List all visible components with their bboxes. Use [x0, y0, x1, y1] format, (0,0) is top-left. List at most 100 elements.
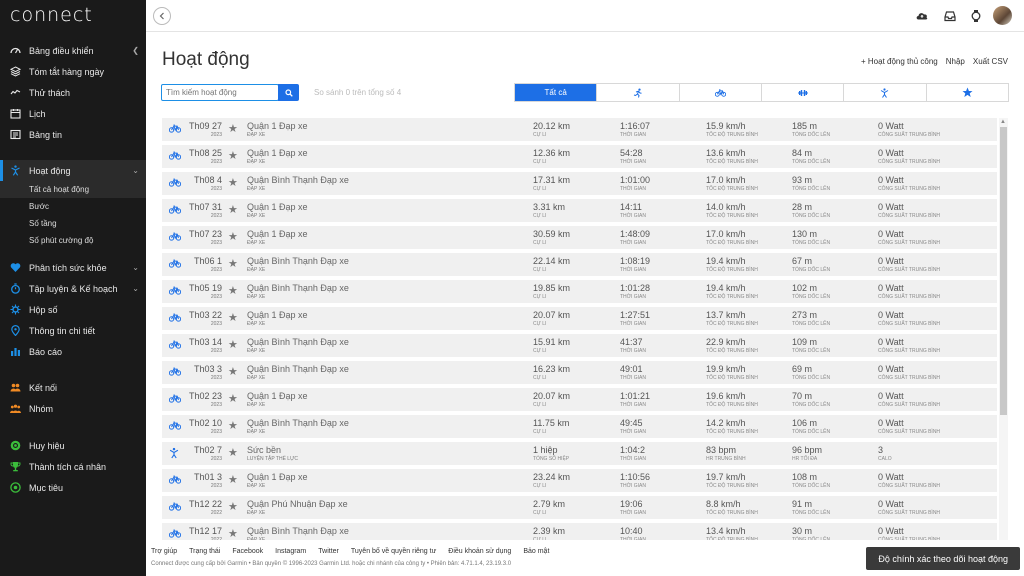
footer-link[interactable]: Instagram — [275, 548, 306, 555]
favorite-star-icon[interactable]: ★ — [228, 419, 238, 432]
favorite-star-icon[interactable]: ★ — [228, 284, 238, 297]
activity-name-link[interactable]: Quận 1 Đạp xe — [247, 391, 308, 401]
favorite-star-icon[interactable]: ★ — [228, 203, 238, 216]
sidebar-item-gear-box[interactable]: Hộp số — [0, 299, 146, 320]
activity-row[interactable]: Th06 1 2023 ★ Quận Bình Thạnh Đạp xe ĐẠP XE 2… — [162, 253, 997, 276]
manual-activity-link[interactable]: + Hoạt động thủ công — [861, 57, 938, 66]
filter-strength[interactable] — [762, 84, 845, 101]
activity-row[interactable]: Th03 22 2023 ★ Quận 1 Đạp xe ĐẠP XE 20.07 km C… — [162, 307, 997, 330]
sidebar-item-activity[interactable]: Hoạt động ⌄ — [0, 160, 146, 181]
favorite-star-icon[interactable]: ★ — [228, 365, 238, 378]
footer-link[interactable]: Tuyên bố về quyền riêng tư — [351, 548, 436, 555]
scrollbar[interactable]: ▲ — [999, 118, 1008, 540]
favorite-star-icon[interactable]: ★ — [228, 338, 238, 351]
scroll-up-arrow-icon[interactable]: ▲ — [1000, 119, 1006, 125]
favorite-star-icon[interactable]: ★ — [228, 176, 238, 189]
footer-link[interactable]: Twitter — [318, 548, 339, 555]
activity-name-link[interactable]: Quận 1 Đạp xe — [247, 148, 308, 158]
favorite-star-icon[interactable]: ★ — [228, 500, 238, 513]
activity-row[interactable]: Th03 3 2023 ★ Quận Bình Thạnh Đạp xe ĐẠP XE 1… — [162, 361, 997, 384]
favorite-star-icon[interactable]: ★ — [228, 257, 238, 270]
activity-row[interactable]: Th02 10 2023 ★ Quận Bình Thạnh Đạp xe ĐẠP XE… — [162, 415, 997, 438]
footer-link[interactable]: Trợ giúp — [151, 548, 177, 555]
activity-row[interactable]: Th09 27 2023 ★ Quận 1 Đạp xe ĐẠP XE 20.12 km C… — [162, 118, 997, 141]
favorite-star-icon[interactable]: ★ — [228, 311, 238, 324]
scrollbar-thumb[interactable] — [1000, 127, 1007, 415]
sidebar-item-connections[interactable]: Kết nối — [0, 377, 146, 398]
activity-name-link[interactable]: Quận Bình Thạnh Đạp xe — [247, 337, 349, 347]
sidebar-item-layers[interactable]: Tóm tắt hàng ngày — [0, 61, 146, 82]
filter-cardio[interactable] — [844, 84, 927, 101]
sidebar-item-groups[interactable]: Nhóm — [0, 398, 146, 419]
sidebar-item-challenge[interactable]: Thử thách — [0, 82, 146, 103]
activity-name-link[interactable]: Quận Bình Thạnh Đạp xe — [247, 418, 349, 428]
sidebar-item-insights[interactable]: Thông tin chi tiết — [0, 320, 146, 341]
sidebar-item-stopwatch[interactable]: Tập luyện & Kế hoạch ⌄ — [0, 278, 146, 299]
connect-logo[interactable]: connect — [10, 4, 93, 26]
sidebar-item-calendar[interactable]: Lịch — [0, 103, 146, 124]
avatar[interactable] — [993, 6, 1012, 25]
filter-cycling[interactable] — [680, 84, 762, 101]
activity-row[interactable]: Th02 7 2023 ★ Sức bền LUYỆN TẬP THỂ LỰC 1 hiệ… — [162, 442, 997, 465]
activity-name-link[interactable]: Quận Bình Thạnh Đạp xe — [247, 175, 349, 185]
activity-row[interactable]: Th07 23 2023 ★ Quận 1 Đạp xe ĐẠP XE 30.59 km C… — [162, 226, 997, 249]
activity-name-link[interactable]: Quận Bình Thạnh Đạp xe — [247, 526, 349, 536]
sidebar-subitem[interactable]: Số tầng — [0, 215, 146, 232]
favorite-star-icon[interactable]: ★ — [228, 527, 238, 540]
footer-link[interactable]: Trạng thái — [189, 548, 220, 555]
filter-running[interactable] — [597, 84, 680, 101]
watch-icon[interactable] — [969, 9, 983, 23]
activity-row[interactable]: Th12 17 2022 ★ Quận Bình Thạnh Đạp xe ĐẠP XE… — [162, 523, 997, 540]
sidebar-item-report[interactable]: Báo cáo — [0, 341, 146, 362]
sidebar-item-newsfeed[interactable]: Bảng tin — [0, 124, 146, 145]
inbox-icon[interactable] — [943, 9, 957, 23]
activity-row[interactable]: Th12 22 2022 ★ Quận Phú Nhuận Đạp xe ĐẠP XE 2… — [162, 496, 997, 519]
sidebar-item-dashboard[interactable]: Bảng điều khiển ❮ — [0, 40, 146, 61]
activity-name-link[interactable]: Quận 1 Đạp xe — [247, 202, 308, 212]
cloud-upload-icon[interactable] — [915, 9, 929, 23]
activity-tracking-accuracy-button[interactable]: Độ chính xác theo dõi hoạt động — [866, 547, 1020, 570]
activity-row[interactable]: Th03 14 2023 ★ Quận Bình Thạnh Đạp xe ĐẠP XE… — [162, 334, 997, 357]
activity-name-link[interactable]: Quận Bình Thạnh Đạp xe — [247, 364, 349, 374]
activity-row[interactable]: Th02 23 2023 ★ Quận 1 Đạp xe ĐẠP XE 20.07 km C… — [162, 388, 997, 411]
activity-name-link[interactable]: Sức bền — [247, 445, 281, 455]
favorite-star-icon[interactable]: ★ — [228, 230, 238, 243]
favorite-star-icon[interactable]: ★ — [228, 122, 238, 135]
activity-name-link[interactable]: Quận 1 Đạp xe — [247, 229, 308, 239]
activity-row[interactable]: Th05 19 2023 ★ Quận Bình Thạnh Đạp xe ĐẠP XE… — [162, 280, 997, 303]
activity-name-link[interactable]: Quận Bình Thạnh Đạp xe — [247, 283, 349, 293]
back-button[interactable] — [153, 7, 171, 25]
activity-row[interactable]: Th07 31 2023 ★ Quận 1 Đạp xe ĐẠP XE 3.31 km CỰ… — [162, 199, 997, 222]
sidebar-item-goal[interactable]: Mục tiêu — [0, 477, 146, 498]
favorite-star-icon[interactable]: ★ — [228, 392, 238, 405]
sidebar-subitem[interactable]: Số phút cường độ — [0, 232, 146, 249]
footer-link[interactable]: Bảo mật — [523, 548, 549, 555]
footer-link[interactable]: Điều khoản sử dụng — [448, 548, 511, 555]
activity-name-link[interactable]: Quận Phú Nhuận Đạp xe — [247, 499, 348, 509]
filter-favorites[interactable] — [927, 84, 1008, 101]
sidebar-subitem[interactable]: Bước — [0, 198, 146, 215]
chevron-down-icon[interactable]: ⌄ — [132, 166, 139, 175]
activity-name-link[interactable]: Quận 1 Đạp xe — [247, 472, 308, 482]
sidebar-item-trophy[interactable]: Thành tích cá nhân — [0, 456, 146, 477]
sidebar-item-badge[interactable]: Huy hiệu — [0, 435, 146, 456]
activity-name-link[interactable]: Quận 1 Đạp xe — [247, 121, 308, 131]
sidebar-item-heart[interactable]: Phân tích sức khỏe ⌄ — [0, 257, 146, 278]
search-input[interactable] — [161, 84, 279, 101]
activity-row[interactable]: Th01 3 2023 ★ Quận 1 Đạp xe ĐẠP XE 23.24 km CỰ… — [162, 469, 997, 492]
activity-row[interactable]: Th08 25 2023 ★ Quận 1 Đạp xe ĐẠP XE 12.36 km C… — [162, 145, 997, 168]
chevron-down-icon[interactable]: ❮ — [132, 46, 139, 55]
search-button[interactable] — [278, 84, 299, 101]
activity-row[interactable]: Th08 4 2023 ★ Quận Bình Thạnh Đạp xe ĐẠP XE 1… — [162, 172, 997, 195]
sidebar-subitem[interactable]: Tất cả hoạt động — [0, 181, 146, 198]
chevron-down-icon[interactable]: ⌄ — [132, 263, 139, 272]
favorite-star-icon[interactable]: ★ — [228, 446, 238, 459]
activity-name-link[interactable]: Quận Bình Thạnh Đạp xe — [247, 256, 349, 266]
favorite-star-icon[interactable]: ★ — [228, 149, 238, 162]
filter-all[interactable]: Tất cả — [515, 84, 598, 101]
chevron-down-icon[interactable]: ⌄ — [132, 284, 139, 293]
activity-name-link[interactable]: Quận 1 Đạp xe — [247, 310, 308, 320]
favorite-star-icon[interactable]: ★ — [228, 473, 238, 486]
footer-link[interactable]: Facebook — [232, 548, 263, 555]
import-link[interactable]: Nhập — [946, 57, 965, 66]
